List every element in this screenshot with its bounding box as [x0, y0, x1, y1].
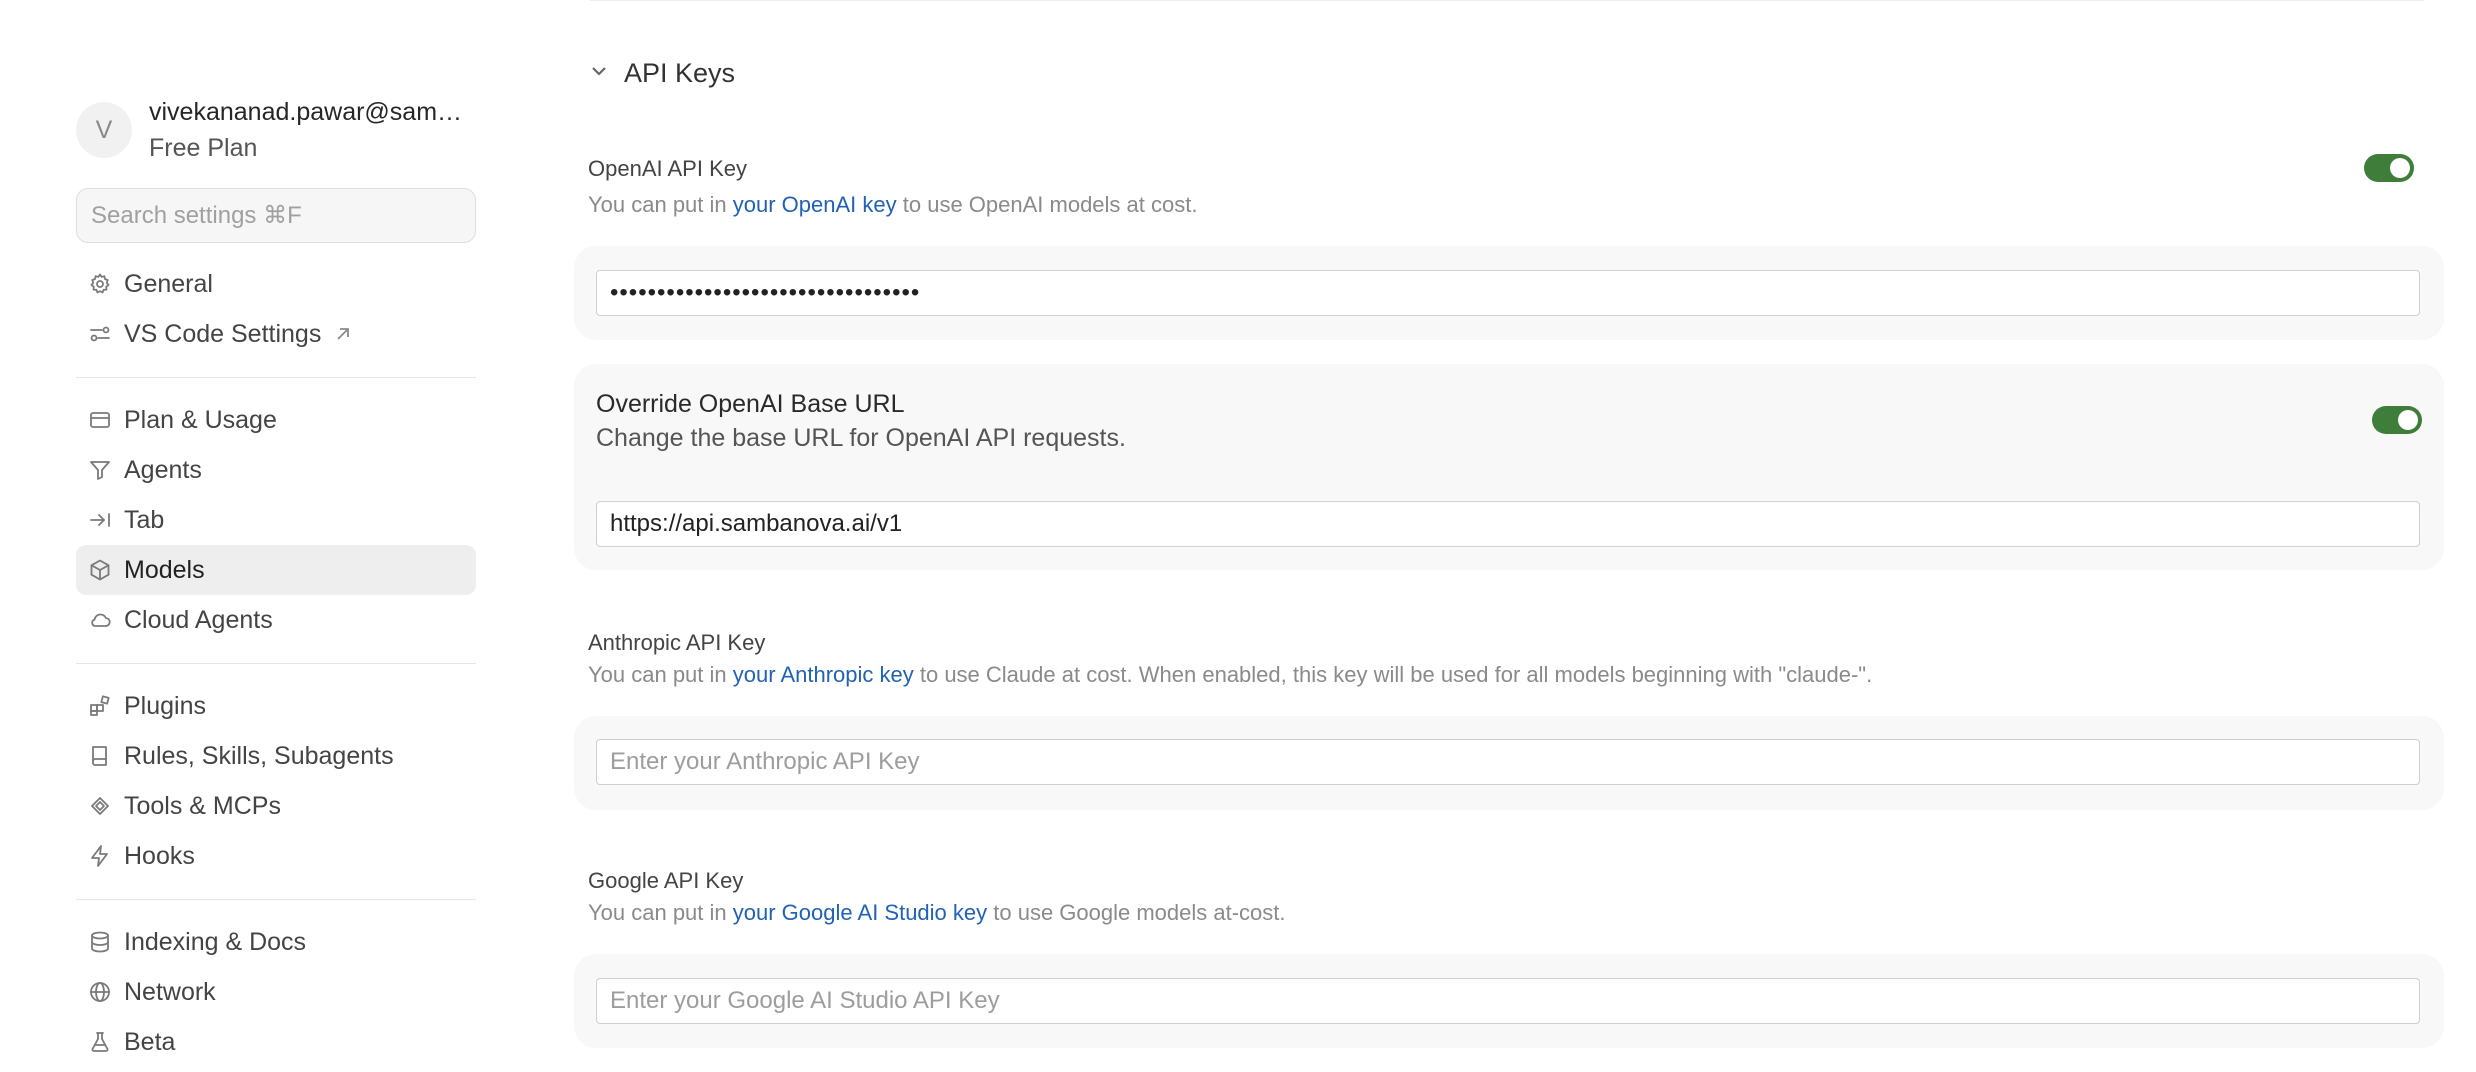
openai-key-link[interactable]: your OpenAI key: [733, 192, 897, 217]
google-key-link[interactable]: your Google AI Studio key: [733, 900, 987, 925]
openai-key-description: You can put in your OpenAI key to use Op…: [588, 192, 1198, 217]
sidebar-item-agents[interactable]: Agents: [76, 445, 476, 495]
agents-icon: [88, 458, 112, 482]
openai-key-label: OpenAI API Key: [588, 156, 747, 181]
plan-name: Free Plan: [149, 134, 258, 162]
plugins-icon: [88, 694, 112, 718]
database-icon: [88, 930, 112, 954]
sidebar-item-label: Beta: [124, 1027, 176, 1056]
sidebar-item-tab[interactable]: Tab: [76, 495, 476, 545]
sidebar-item-vscode-settings[interactable]: VS Code Settings: [76, 309, 476, 359]
lightning-icon: [88, 844, 112, 868]
anthropic-key-input[interactable]: [596, 739, 2420, 785]
override-base-url-description: Change the base URL for OpenAI API reque…: [596, 424, 1126, 452]
openai-key-input[interactable]: [596, 270, 2420, 316]
google-key-label: Google API Key: [588, 868, 744, 893]
sidebar-divider: [76, 899, 476, 900]
sidebar-item-beta[interactable]: Beta: [76, 1017, 476, 1067]
sidebar-item-label: Rules, Skills, Subagents: [124, 741, 394, 770]
sidebar-item-models[interactable]: Models: [76, 545, 476, 595]
base-url-input[interactable]: [596, 501, 2420, 547]
sidebar-item-label: General: [124, 269, 213, 298]
billing-icon: [88, 408, 112, 432]
sidebar-item-cloud-agents[interactable]: Cloud Agents: [76, 595, 476, 645]
book-icon: [88, 744, 112, 768]
sidebar-item-label: Cloud Agents: [124, 605, 273, 634]
sidebar-item-label: VS Code Settings: [124, 319, 322, 348]
override-base-url-toggle[interactable]: [2372, 406, 2422, 434]
sidebar-item-label: Indexing & Docs: [124, 927, 307, 956]
avatar: V: [76, 102, 132, 158]
sidebar-item-plan-usage[interactable]: Plan & Usage: [76, 395, 476, 445]
sidebar-divider: [76, 377, 476, 378]
globe-icon: [88, 980, 112, 1004]
sidebar-item-plugins[interactable]: Plugins: [76, 681, 476, 731]
sliders-icon: [88, 322, 112, 346]
override-base-url-title: Override OpenAI Base URL: [596, 390, 905, 418]
user-profile[interactable]: V vivekananad.pawar@sambanova.ai Free Pl…: [76, 96, 471, 165]
sidebar-item-label: Network: [124, 977, 216, 1006]
cloud-icon: [88, 608, 112, 632]
sidebar-item-label: Plan & Usage: [124, 405, 277, 434]
sidebar-item-label: Hooks: [124, 841, 195, 870]
sidebar-divider: [76, 663, 476, 664]
sidebar-item-label: Tab: [124, 505, 165, 534]
sidebar-item-rules-skills-subagents[interactable]: Rules, Skills, Subagents: [76, 731, 476, 781]
sidebar-item-general[interactable]: General: [76, 259, 476, 309]
anthropic-key-description: You can put in your Anthropic key to use…: [588, 662, 1873, 687]
google-key-input[interactable]: [596, 978, 2420, 1024]
sidebar-item-network[interactable]: Network: [76, 967, 476, 1017]
sidebar-item-label: Tools & MCPs: [124, 791, 281, 820]
external-link-icon: [333, 324, 353, 344]
anthropic-key-link[interactable]: your Anthropic key: [733, 662, 914, 687]
flask-icon: [88, 1030, 112, 1054]
cube-icon: [88, 558, 112, 582]
section-title: API Keys: [624, 58, 736, 88]
user-email: vivekananad.pawar@sambanova.ai: [149, 98, 471, 126]
sidebar-item-hooks[interactable]: Hooks: [76, 831, 476, 881]
openai-key-toggle[interactable]: [2364, 154, 2414, 182]
tab-icon: [88, 508, 112, 532]
sidebar-item-label: Models: [124, 555, 205, 584]
chevron-down-icon: [588, 60, 610, 87]
sidebar-item-indexing-docs[interactable]: Indexing & Docs: [76, 917, 476, 967]
search-settings-input[interactable]: [76, 188, 476, 243]
anthropic-key-label: Anthropic API Key: [588, 630, 766, 655]
google-key-description: You can put in your Google AI Studio key…: [588, 900, 1286, 925]
api-keys-section-header[interactable]: API Keys: [588, 58, 735, 89]
sidebar-item-label: Agents: [124, 455, 202, 484]
sidebar-item-tools-mcps[interactable]: Tools & MCPs: [76, 781, 476, 831]
settings-sidebar: V vivekananad.pawar@sambanova.ai Free Pl…: [0, 0, 560, 1072]
top-divider: [590, 0, 2424, 1]
gear-icon: [88, 272, 112, 296]
sidebar-item-label: Plugins: [124, 691, 206, 720]
tools-icon: [88, 794, 112, 818]
